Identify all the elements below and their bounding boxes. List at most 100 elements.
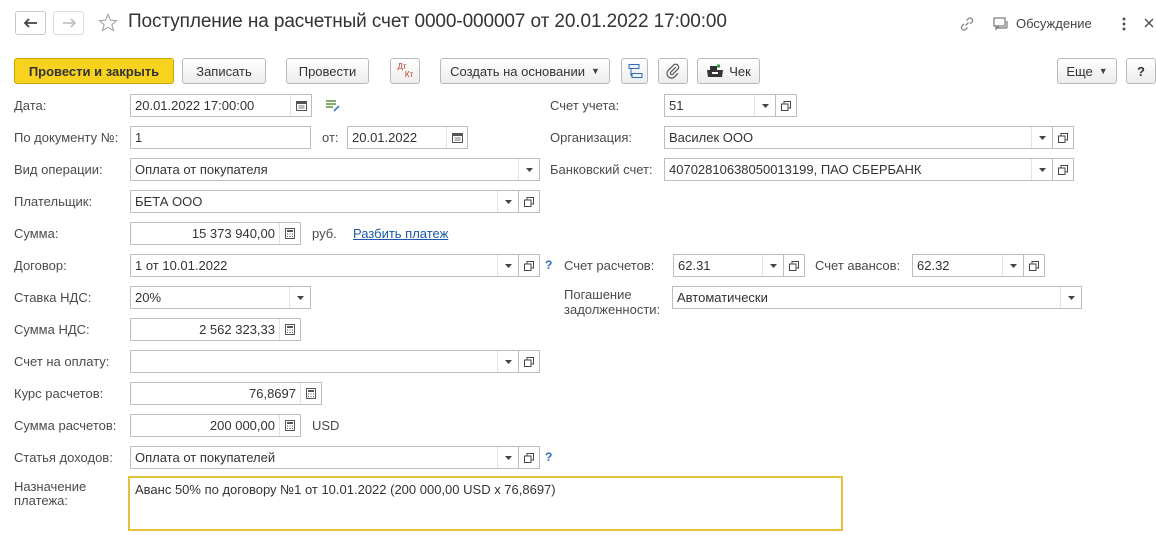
invoice-field[interactable] (130, 350, 519, 373)
dropdown-arrow-icon[interactable] (1002, 255, 1023, 276)
contract-field[interactable]: 1 от 10.01.2022 (130, 254, 519, 277)
open-bank-account-button[interactable] (1053, 158, 1074, 181)
settlement-sum-field[interactable]: 200 000,00 (130, 414, 301, 437)
more-actions-icon[interactable] (1118, 14, 1130, 34)
debt-repayment-value[interactable]: Автоматически (673, 287, 1060, 308)
open-organization-button[interactable] (1053, 126, 1074, 149)
dropdown-arrow-icon[interactable] (754, 95, 775, 116)
open-window-icon (524, 452, 534, 463)
operation-type-field[interactable]: Оплата от покупателя (130, 158, 540, 181)
income-item-value[interactable]: Оплата от покупателей (131, 447, 497, 468)
dropdown-arrow-icon[interactable] (1031, 159, 1052, 180)
receipt-button[interactable]: Чек (697, 58, 760, 84)
date-field[interactable]: 20.01.2022 17:00:00 (130, 94, 312, 117)
open-income-item-button[interactable] (519, 446, 540, 469)
help-button[interactable]: ? (1126, 58, 1156, 84)
dropdown-arrow-icon[interactable] (497, 351, 518, 372)
payer-value[interactable]: БЕТА ООО (131, 191, 497, 212)
calendar-icon[interactable] (290, 95, 311, 116)
invoice-value[interactable] (131, 351, 497, 372)
open-contract-button[interactable] (519, 254, 540, 277)
exchange-rate-value[interactable]: 76,8697 (131, 383, 300, 404)
dropdown-arrow-icon[interactable] (1031, 127, 1052, 148)
organization-field[interactable]: Василек ООО (664, 126, 1053, 149)
vat-sum-field[interactable]: 2 562 323,33 (130, 318, 301, 341)
advance-account-field[interactable]: 62.32 (912, 254, 1024, 277)
dt-kt-button[interactable]: Дт Кт (390, 58, 420, 84)
calculator-icon[interactable] (279, 415, 300, 436)
open-window-icon (789, 260, 799, 271)
save-button[interactable]: Записать (182, 58, 266, 84)
date-value[interactable]: 20.01.2022 17:00:00 (131, 95, 290, 116)
post-and-close-button[interactable]: Провести и закрыть (14, 58, 174, 84)
open-window-icon (781, 100, 791, 111)
debt-repayment-label-line2: задолженности: (564, 302, 661, 317)
split-payment-link[interactable]: Разбить платеж (353, 226, 448, 241)
discussion-icon[interactable] (992, 15, 1010, 33)
settlement-account-field[interactable]: 62.31 (673, 254, 784, 277)
doc-date-field[interactable]: 20.01.2022 (347, 126, 468, 149)
doc-date-value[interactable]: 20.01.2022 (348, 127, 446, 148)
vat-sum-value[interactable]: 2 562 323,33 (131, 319, 279, 340)
attach-button[interactable] (658, 58, 688, 84)
dropdown-arrow-icon: ▼ (590, 66, 600, 76)
calculator-icon[interactable] (279, 223, 300, 244)
account-field[interactable]: 51 (664, 94, 776, 117)
receipt-label: Чек (729, 63, 751, 79)
bank-account-field[interactable]: 40702810638050013199, ПАО СБЕРБАНК (664, 158, 1053, 181)
open-invoice-button[interactable] (519, 350, 540, 373)
vat-rate-field[interactable]: 20% (130, 286, 311, 309)
dropdown-arrow-icon[interactable] (762, 255, 783, 276)
exchange-rate-field[interactable]: 76,8697 (130, 382, 322, 405)
more-button[interactable]: Еще ▼ (1057, 58, 1117, 84)
doc-number-field[interactable]: 1 (130, 126, 311, 149)
link-icon[interactable] (957, 14, 977, 34)
settlement-account-label: Счет расчетов: (564, 258, 655, 273)
close-icon[interactable] (1142, 15, 1156, 31)
favorite-star-icon[interactable] (97, 12, 119, 34)
dropdown-arrow-icon[interactable] (497, 447, 518, 468)
dropdown-arrow-icon[interactable] (497, 191, 518, 212)
forward-button[interactable] (53, 11, 84, 35)
create-based-on-button[interactable]: Создать на основании ▼ (440, 58, 610, 84)
vat-rate-value[interactable]: 20% (131, 287, 289, 308)
discussion-label[interactable]: Обсуждение (1016, 16, 1092, 31)
payer-field[interactable]: БЕТА ООО (130, 190, 519, 213)
calculator-icon[interactable] (300, 383, 321, 404)
open-advance-account-button[interactable] (1024, 254, 1045, 277)
open-payer-button[interactable] (519, 190, 540, 213)
sum-field[interactable]: 15 373 940,00 (130, 222, 301, 245)
doc-number-value[interactable]: 1 (131, 127, 310, 148)
edit-datetime-icon[interactable] (324, 98, 342, 114)
hierarchy-icon (628, 64, 642, 78)
dropdown-arrow-icon[interactable] (1060, 287, 1081, 308)
sum-value[interactable]: 15 373 940,00 (131, 223, 279, 244)
calendar-icon[interactable] (446, 127, 467, 148)
dropdown-arrow-icon[interactable] (289, 287, 310, 308)
settlement-account-value[interactable]: 62.31 (674, 255, 762, 276)
payment-purpose-value[interactable]: Аванс 50% по договору №1 от 10.01.2022 (… (135, 482, 556, 497)
open-window-icon (524, 260, 534, 271)
dropdown-arrow-icon[interactable] (497, 255, 518, 276)
operation-type-value[interactable]: Оплата от покупателя (131, 159, 518, 180)
organization-value[interactable]: Василек ООО (665, 127, 1031, 148)
contract-value[interactable]: 1 от 10.01.2022 (131, 255, 497, 276)
bank-account-value[interactable]: 40702810638050013199, ПАО СБЕРБАНК (665, 159, 1031, 180)
open-account-button[interactable] (776, 94, 797, 117)
debt-repayment-field[interactable]: Автоматически (672, 286, 1082, 309)
calculator-icon[interactable] (279, 319, 300, 340)
contract-help-icon[interactable]: ? (545, 258, 552, 272)
open-settlement-account-button[interactable] (784, 254, 805, 277)
income-item-help-icon[interactable]: ? (545, 450, 552, 464)
structure-button[interactable] (621, 58, 648, 84)
open-window-icon (524, 196, 534, 207)
income-item-field[interactable]: Оплата от покупателей (130, 446, 519, 469)
back-button[interactable] (15, 11, 46, 35)
dropdown-arrow-icon[interactable] (518, 159, 539, 180)
settlement-sum-value[interactable]: 200 000,00 (131, 415, 279, 436)
advance-account-value[interactable]: 62.32 (913, 255, 1002, 276)
payment-purpose-textarea[interactable]: Аванс 50% по договору №1 от 10.01.2022 (… (128, 476, 843, 531)
account-label: Счет учета: (550, 98, 620, 113)
post-button[interactable]: Провести (286, 58, 369, 84)
account-value[interactable]: 51 (665, 95, 754, 116)
